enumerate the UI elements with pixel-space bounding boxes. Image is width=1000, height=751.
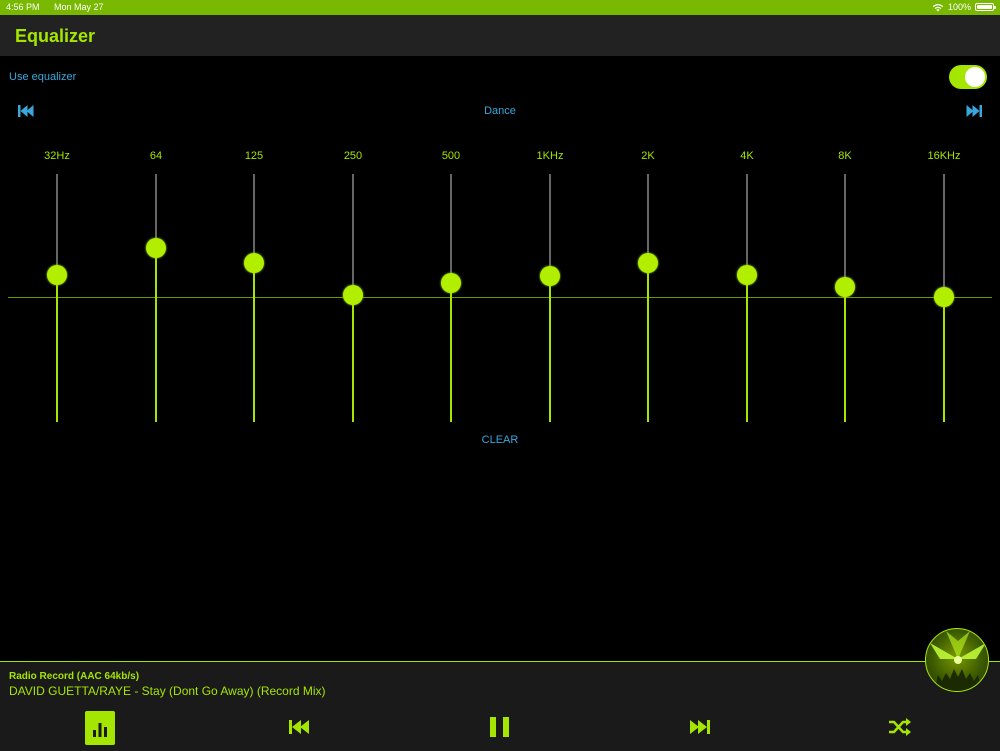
use-equalizer-toggle[interactable]: [949, 65, 987, 89]
band-track-lower: [56, 275, 58, 422]
status-right: 100%: [932, 2, 996, 12]
shuffle-icon[interactable]: [888, 717, 912, 737]
band-track-lower: [844, 287, 846, 422]
band-slider-knob[interactable]: [244, 253, 264, 273]
band-label: 16KHz: [927, 150, 961, 162]
status-date: Mon May 27: [54, 2, 104, 12]
battery-icon: [975, 3, 996, 11]
band-track-lower: [253, 263, 255, 422]
skip-previous-icon[interactable]: [17, 104, 35, 118]
band-slider-knob[interactable]: [737, 265, 757, 285]
band-track-upper: [56, 174, 58, 275]
band-label: 250: [343, 150, 363, 162]
band-label: 1KHz: [536, 150, 564, 162]
band-track-upper: [746, 174, 748, 275]
band-track-upper: [549, 174, 551, 276]
band-slider-knob[interactable]: [441, 273, 461, 293]
battery-percent: 100%: [947, 2, 971, 12]
wifi-icon: [932, 3, 944, 11]
band-track-upper: [155, 174, 157, 248]
band-track-upper: [253, 174, 255, 263]
band-slider-knob[interactable]: [638, 253, 658, 273]
band-track-upper: [943, 174, 945, 297]
band-label: 500: [441, 150, 461, 162]
band-track-upper: [352, 174, 354, 295]
band-slider-knob[interactable]: [540, 266, 560, 286]
band-label: 32Hz: [44, 150, 70, 162]
status-bar: 4:56 PM Mon May 27 100%: [0, 0, 1000, 15]
band-label: 64: [149, 150, 163, 162]
band-track-upper: [647, 174, 649, 263]
equalizer-tab-button[interactable]: [85, 711, 115, 745]
page-title: Equalizer: [15, 26, 96, 46]
band-label: 125: [244, 150, 264, 162]
track-title: DAVID GUETTA/RAYE - Stay (Dont Go Away) …: [9, 684, 326, 698]
band-track-lower: [746, 275, 748, 422]
status-time: 4:56 PM: [6, 2, 40, 12]
band-label: 8K: [838, 150, 852, 162]
band-track-lower: [549, 276, 551, 422]
band-track-lower: [352, 295, 354, 422]
artwork-image: [930, 631, 986, 691]
fast-forward-icon[interactable]: [688, 719, 712, 735]
band-track-lower: [943, 297, 945, 422]
band-slider-knob[interactable]: [47, 265, 67, 285]
preset-name[interactable]: Dance: [400, 105, 600, 117]
band-label: 2K: [641, 150, 655, 162]
station-artwork[interactable]: [925, 628, 989, 692]
band-track-lower: [647, 263, 649, 422]
clear-button[interactable]: CLEAR: [460, 434, 540, 446]
band-slider-knob[interactable]: [835, 277, 855, 297]
band-slider-knob[interactable]: [934, 287, 954, 307]
skip-next-icon[interactable]: [965, 104, 983, 118]
rewind-icon[interactable]: [288, 719, 312, 735]
toggle-knob: [965, 67, 985, 87]
use-equalizer-label: Use equalizer: [9, 71, 77, 83]
station-name: Radio Record (AAC 64kb/s): [9, 671, 140, 682]
band-track-upper: [450, 174, 452, 283]
band-label: 4K: [740, 150, 754, 162]
band-slider-knob[interactable]: [146, 238, 166, 258]
band-track-lower: [155, 248, 157, 422]
band-track-upper: [844, 174, 846, 287]
nav-bar: Equalizer: [0, 15, 1000, 56]
pause-icon[interactable]: [488, 716, 512, 738]
band-slider-knob[interactable]: [343, 285, 363, 305]
equalizer-icon: [93, 723, 107, 737]
band-track-lower: [450, 283, 452, 422]
